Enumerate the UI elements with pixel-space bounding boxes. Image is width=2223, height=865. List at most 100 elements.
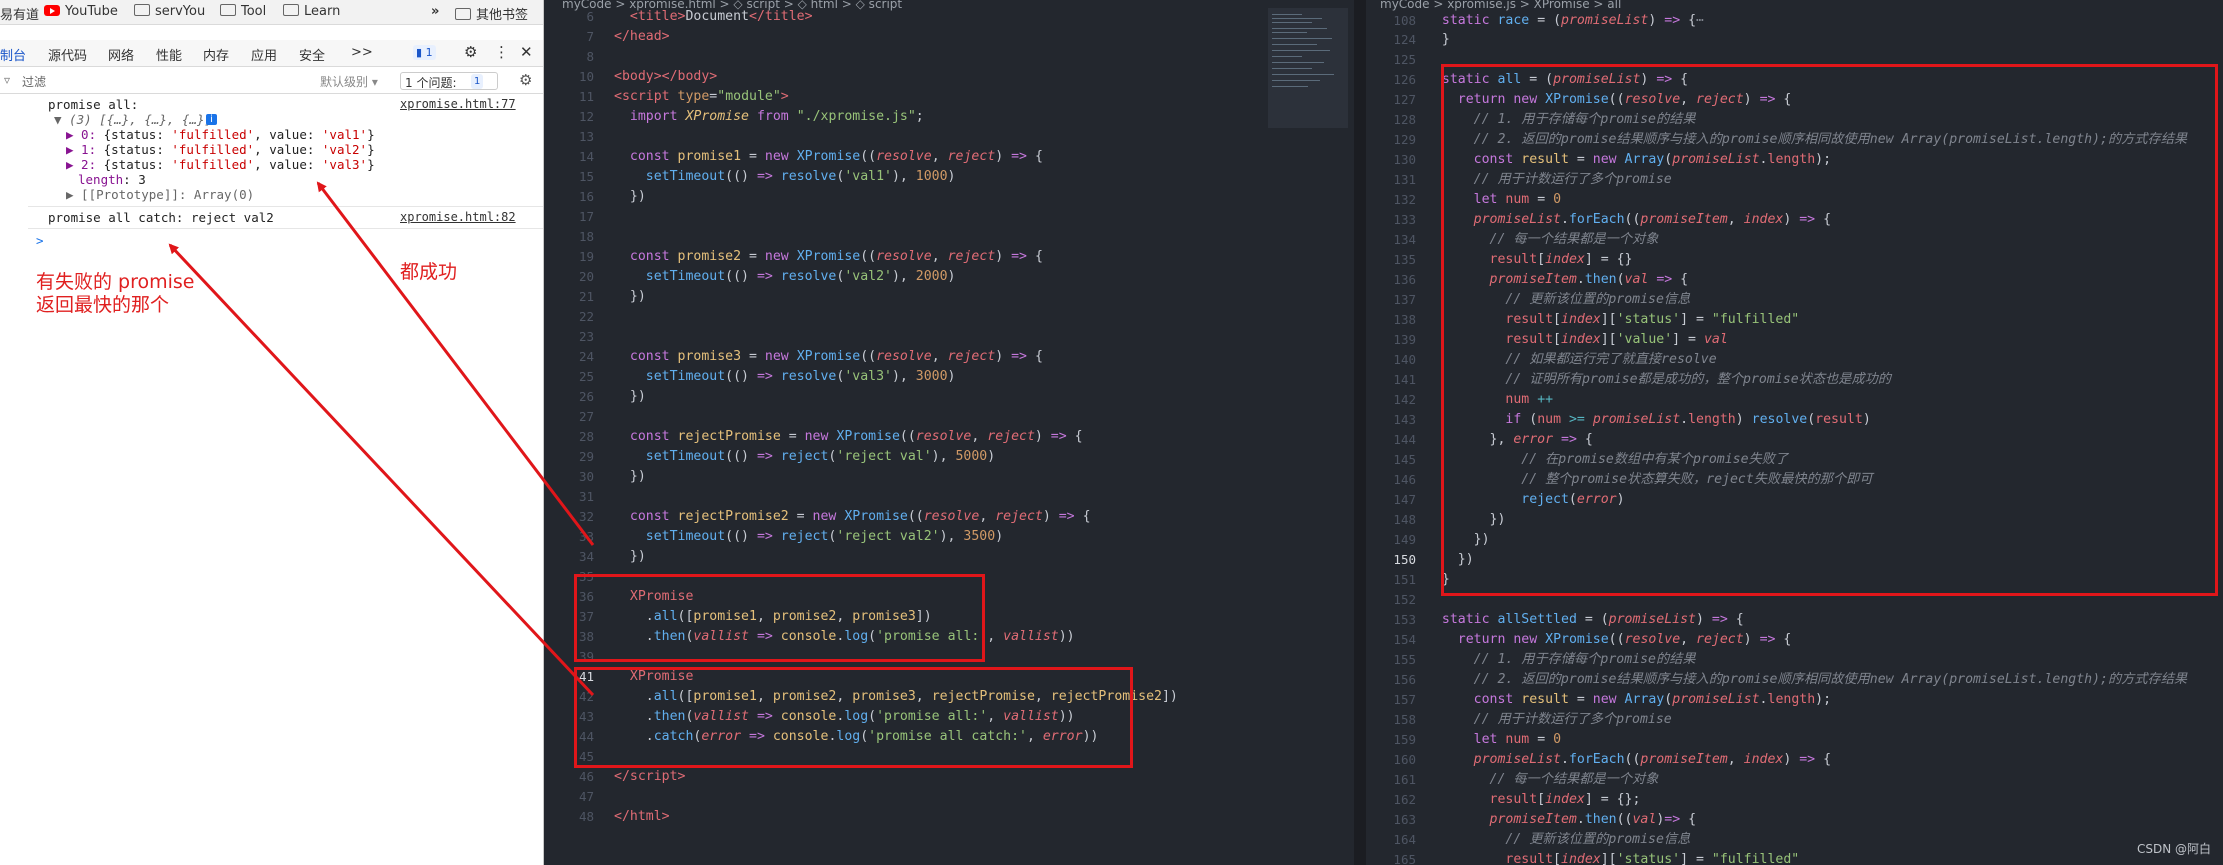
- item-text: {status:: [96, 157, 172, 172]
- line-number: 140: [1393, 352, 1416, 367]
- folder-icon: [220, 4, 236, 16]
- bookmark-label: Tool: [241, 4, 267, 19]
- array-length: length: 3: [78, 172, 146, 187]
- code-line: setTimeout(() => reject('reject val2'), …: [645, 529, 1004, 544]
- line-number: 31: [578, 489, 594, 504]
- line-number: 26: [578, 389, 594, 404]
- array-item[interactable]: ▶ 0: {status: 'fulfilled', value: 'val1'…: [66, 127, 375, 142]
- bookmark-servyou[interactable]: servYou: [134, 4, 205, 19]
- editor-pane-js[interactable]: myCode > xpromise.js > XPromise > all 10…: [1366, 0, 2223, 865]
- info-icon[interactable]: i: [206, 114, 217, 125]
- length-key: length: [78, 172, 124, 187]
- array-item[interactable]: ▶ 1: {status: 'fulfilled', value: 'val2'…: [66, 142, 375, 157]
- editor-split-divider[interactable]: [1354, 0, 1366, 865]
- tab-network[interactable]: 网络: [108, 45, 134, 64]
- line-number: 6: [586, 9, 594, 24]
- issues-counter-button[interactable]: 1 个问题: 1: [400, 72, 498, 90]
- line-number: 33: [578, 529, 594, 544]
- tab-performance[interactable]: 性能: [156, 45, 182, 64]
- line-number: 14: [578, 149, 594, 164]
- code-line: }): [614, 469, 646, 484]
- issues-badge[interactable]: ▮ 1: [413, 45, 436, 60]
- line-number: 32: [578, 509, 594, 524]
- tab-sources[interactable]: 源代码: [48, 45, 87, 64]
- breadcrumb[interactable]: myCode > xpromise.js > XPromise > all: [1366, 0, 2223, 11]
- browser-devtools-panel: 易有道 YouTube servYou Tool Learn » 其他书签 制台…: [0, 0, 544, 865]
- bookmarks-bar: 易有道 YouTube servYou Tool Learn » 其他书签: [0, 0, 543, 25]
- line-number: 134: [1393, 232, 1416, 247]
- other-bookmarks[interactable]: 其他书签: [455, 4, 528, 23]
- line-number: 129: [1393, 132, 1416, 147]
- console-divider: [28, 206, 543, 207]
- tab-memory[interactable]: 内存: [203, 45, 229, 64]
- message-icon: ▮: [416, 46, 423, 59]
- console-prompt[interactable]: >: [36, 233, 44, 248]
- line-number: 143: [1393, 412, 1416, 427]
- source-link[interactable]: xpromise.html:77: [400, 97, 516, 111]
- code-line: const rejectPromise = new XPromise((reso…: [629, 429, 1083, 444]
- console-filter-bar: ▿ 过滤 默认级别 ▾ 1 个问题: 1 ⚙: [0, 69, 543, 94]
- line-number: 139: [1393, 332, 1416, 347]
- code-line: // 每一个结果都是一个对象: [1489, 772, 1659, 787]
- log-level-dropdown[interactable]: 默认级别 ▾: [320, 73, 378, 90]
- item-status: 'fulfilled': [171, 157, 255, 172]
- line-number: 108: [1393, 13, 1416, 28]
- code-line: <body></body>: [614, 69, 718, 84]
- code-line: setTimeout(() => reject('reject val'), 5…: [645, 449, 996, 464]
- item-text: , value:: [254, 157, 322, 172]
- filter-input[interactable]: 过滤: [22, 73, 46, 90]
- kebab-menu-icon[interactable]: ⋮: [494, 43, 509, 61]
- line-number: 11: [578, 89, 594, 104]
- code-line: </script>: [614, 769, 686, 784]
- code-line: }): [614, 549, 646, 564]
- line-number: 125: [1393, 52, 1416, 67]
- editor-pane-html[interactable]: myCode > xpromise.html > ◇ script > ◇ ht…: [544, 0, 1354, 865]
- youtube-icon: [44, 5, 60, 16]
- code-line: }: [1426, 32, 1450, 47]
- tab-console[interactable]: 制台: [0, 45, 26, 64]
- settings-gear-icon[interactable]: ⚙: [464, 43, 477, 61]
- tab-application[interactable]: 应用: [251, 45, 277, 64]
- array-item[interactable]: ▶ 2: {status: 'fulfilled', value: 'val3'…: [66, 157, 375, 172]
- item-status: 'fulfilled': [171, 142, 255, 157]
- code-line: }): [614, 189, 646, 204]
- close-devtools-icon[interactable]: ✕: [520, 43, 533, 61]
- bookmark-tool[interactable]: Tool: [220, 4, 266, 19]
- line-number: 124: [1393, 32, 1416, 47]
- tab-security[interactable]: 安全: [299, 45, 325, 64]
- source-link[interactable]: xpromise.html:82: [400, 210, 516, 224]
- line-number: 30: [578, 469, 594, 484]
- item-text: , value:: [254, 142, 322, 157]
- code-line: result[index]['status'] = "fulfilled": [1505, 852, 1800, 865]
- line-number: 15: [578, 169, 594, 184]
- code-line: setTimeout(() => resolve('val3'), 3000): [645, 369, 956, 384]
- item-text: {status:: [96, 142, 172, 157]
- bookmark-youtube[interactable]: YouTube: [44, 4, 118, 19]
- line-number: 152: [1393, 592, 1416, 607]
- line-number: 130: [1393, 152, 1416, 167]
- bookmark-youdao[interactable]: 易有道: [0, 4, 39, 23]
- line-number: 144: [1393, 432, 1416, 447]
- bookmark-label: YouTube: [65, 4, 118, 19]
- bookmark-label: Learn: [304, 4, 341, 19]
- tab-more-button[interactable]: >>: [351, 45, 373, 60]
- filter-funnel-icon[interactable]: ▿: [4, 73, 10, 87]
- code-line: import XPromise from "./xpromise.js";: [629, 109, 924, 124]
- code-line: promiseItem.then((val)=> {: [1489, 812, 1697, 827]
- array-summary[interactable]: ▼ (3) [{…}, {…}, {…}]: [54, 112, 212, 127]
- item-text: }: [367, 157, 375, 172]
- line-number: 142: [1393, 392, 1416, 407]
- array-prototype[interactable]: ▶ [[Prototype]]: Array(0): [66, 187, 254, 202]
- line-number: 22: [578, 309, 594, 324]
- more-bookmarks-button[interactable]: »: [431, 4, 439, 19]
- line-number: 19: [578, 249, 594, 264]
- line-number: 132: [1393, 192, 1416, 207]
- line-number: 21: [578, 289, 594, 304]
- item-value: 'val1': [321, 127, 368, 142]
- code-line: // 1. 用于存储每个promise的结果: [1473, 652, 1696, 667]
- console-settings-gear-icon[interactable]: ⚙: [519, 71, 532, 89]
- bookmark-learn[interactable]: Learn: [283, 4, 340, 19]
- code-line: }): [614, 289, 646, 304]
- minimap[interactable]: [1268, 8, 1348, 128]
- line-number: 126: [1393, 72, 1416, 87]
